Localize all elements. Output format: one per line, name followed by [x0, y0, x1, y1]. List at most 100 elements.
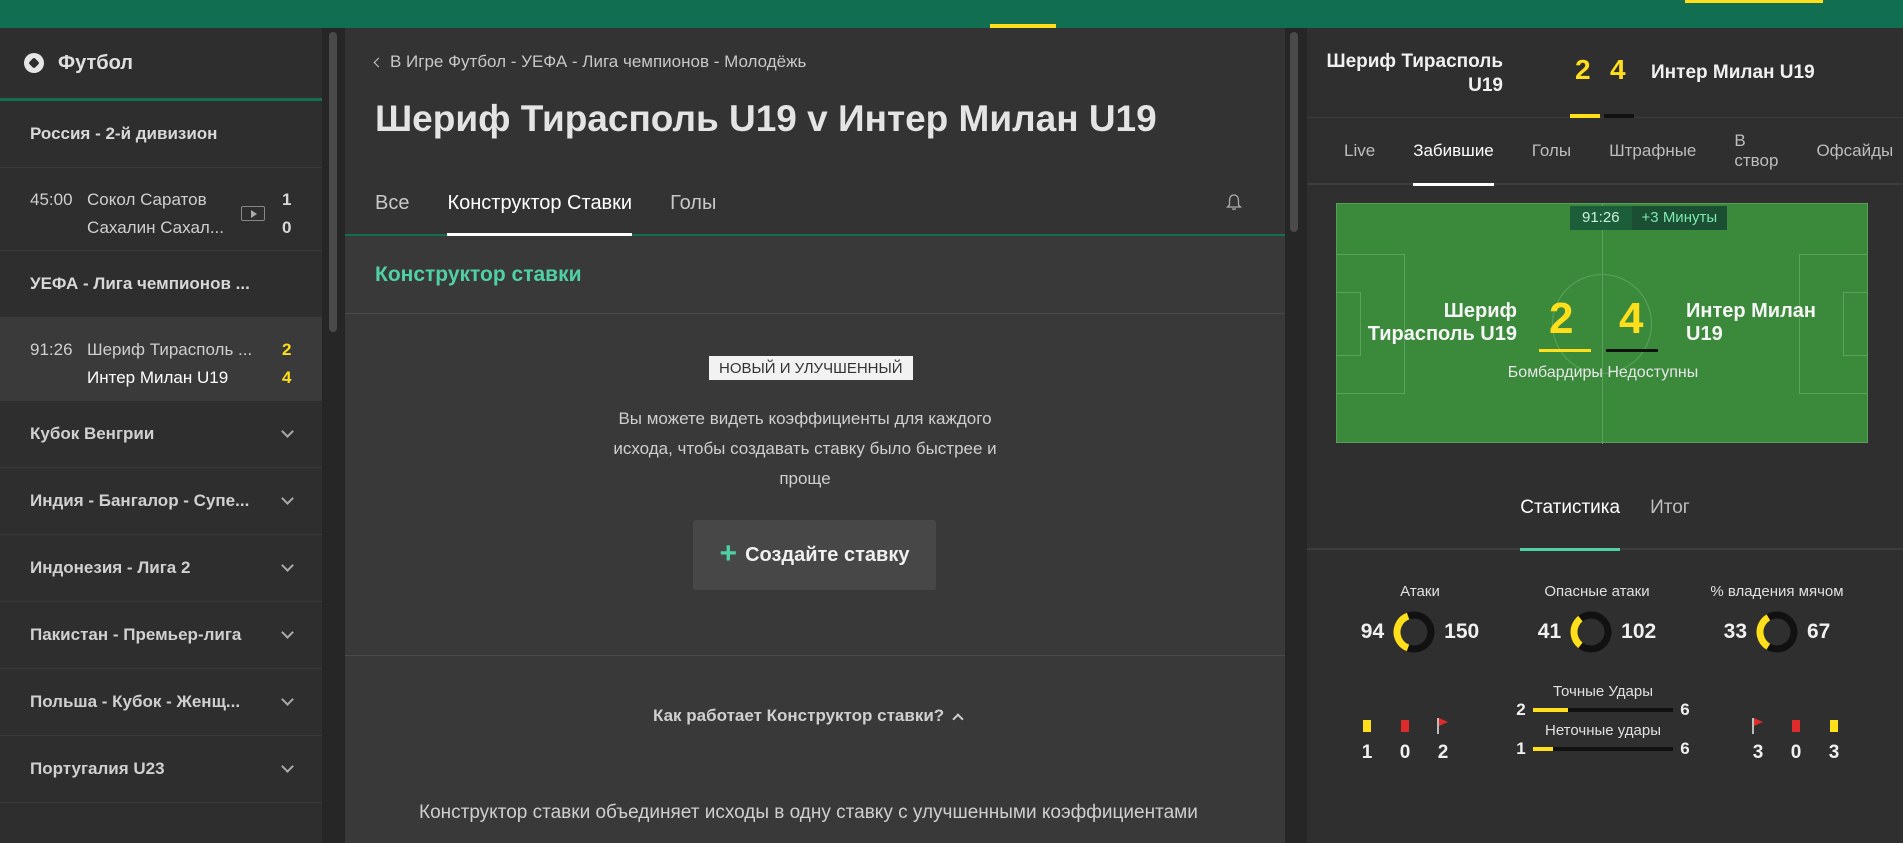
- shots-on-home: 2: [1516, 700, 1526, 719]
- stat-label: Опасные атаки: [1544, 583, 1650, 600]
- sidebar-league-hungary-cup[interactable]: Кубок Венгрии: [0, 401, 322, 468]
- sidebar-league-indonesia[interactable]: Индонезия - Лига 2: [0, 535, 322, 602]
- home-team-name: Шериф Тирасполь U19: [1326, 51, 1503, 96]
- shots-off-target-label: Неточные удары: [1544, 722, 1661, 739]
- attacks-donut-chart: [1393, 611, 1435, 653]
- tab-bet-builder[interactable]: Конструктор Ставки: [447, 190, 632, 236]
- event-content: В Игре Футбол - УЕФА - Лига чемпионов - …: [345, 28, 1285, 843]
- top-navigation-bar: [0, 0, 1903, 28]
- chevron-down-icon: [281, 626, 294, 639]
- home-cards: 1 0 2: [1348, 716, 1462, 764]
- sidebar-section-uefa[interactable]: УЕФА - Лига чемпионов ...: [0, 251, 322, 318]
- tab-scorers[interactable]: Забившие: [1413, 117, 1494, 186]
- football-icon: [24, 53, 44, 73]
- sidebar: Футбол Россия - 2-й дивизион 45:00 Сокол…: [0, 28, 322, 843]
- chevron-down-icon: [281, 492, 294, 505]
- pitch-away-team: Интер Милан U19: [1686, 300, 1817, 345]
- bet-builder-description: Вы можете видеть коэффициенты для каждог…: [613, 409, 997, 488]
- chevron-down-icon: [281, 559, 294, 572]
- red-card-icon: [1401, 720, 1409, 732]
- new-badge: НОВЫЙ И УЛУЧШЕННЫЙ: [709, 356, 913, 380]
- sidebar-match-sheriff[interactable]: 91:26 Шериф Тирасполь ... Интер Милан U1…: [0, 318, 322, 401]
- bell-icon[interactable]: [1225, 193, 1243, 211]
- how-it-works-toggle[interactable]: Как работает Конструктор ставки?: [653, 706, 964, 726]
- tab-on-target[interactable]: В створ: [1734, 117, 1778, 184]
- league-label: Индонезия - Лига 2: [30, 558, 191, 577]
- corner-flag-icon: [1752, 718, 1764, 734]
- away-team-name: Интер Милан U19: [1651, 62, 1815, 83]
- sidebar-league-india[interactable]: Индия - Бангалор - Супе...: [0, 468, 322, 535]
- tab-score-goals[interactable]: Голы: [1532, 117, 1571, 184]
- tab-all[interactable]: Все: [375, 190, 409, 236]
- pitch-home-team: Шериф Тирасполь U19: [1367, 300, 1517, 345]
- sidebar-league-portugal[interactable]: Португалия U23: [0, 736, 322, 803]
- corner-flag-icon: [1437, 718, 1449, 734]
- content-scrollbar[interactable]: [1290, 32, 1298, 232]
- create-bet-button[interactable]: + Создайте ставку: [693, 520, 936, 590]
- how-it-works-label: Как работает Конструктор ставки?: [653, 706, 945, 725]
- match-home-score: 1: [282, 190, 292, 209]
- added-time: +3 Минуты: [1631, 206, 1728, 230]
- yellow-card-icon: [1363, 720, 1371, 732]
- match-away-team: Интер Милан U19: [87, 368, 229, 387]
- stat-home-value: 94: [1360, 620, 1385, 643]
- home-yellow-count: 1: [1361, 742, 1373, 763]
- tab-statistics[interactable]: Статистика: [1520, 467, 1620, 551]
- summary-tabs: Статистика Итог: [1307, 467, 1903, 551]
- sidebar-league-poland[interactable]: Польша - Кубок - Женщ...: [0, 669, 322, 736]
- pitch-home-bar: [1539, 349, 1591, 352]
- match-time: 91:26: [30, 340, 73, 359]
- match-away-score: 0: [282, 218, 292, 237]
- tab-summary[interactable]: Итог: [1650, 467, 1690, 549]
- sidebar-header[interactable]: Футбол: [0, 28, 322, 101]
- sidebar-section-russia[interactable]: Россия - 2-й дивизион: [0, 101, 322, 168]
- chevron-down-icon: [281, 693, 294, 706]
- breadcrumb[interactable]: В Игре Футбол - УЕФА - Лига чемпионов - …: [373, 52, 806, 72]
- chevron-down-icon: [281, 425, 294, 438]
- away-yellow-count: 3: [1828, 742, 1840, 763]
- league-label: Польша - Кубок - Женщ...: [30, 692, 241, 711]
- away-red-count: 0: [1790, 742, 1802, 763]
- event-tabs: Все Конструктор Ставки Голы: [375, 190, 754, 236]
- shots-on-target-fill: [1533, 708, 1568, 712]
- sidebar-league-pakistan[interactable]: Пакистан - Премьер-лига: [0, 602, 322, 669]
- shots-comparison: Точные Удары 2 6 Неточные удары 1 6: [1513, 683, 1693, 759]
- stat-attacks: Атаки 94 150: [1335, 583, 1505, 654]
- away-score: 4: [1610, 54, 1626, 85]
- page-title: Шериф Тирасполь U19 v Интер Милан U19: [375, 98, 1157, 139]
- match-time: 45:00: [30, 190, 73, 209]
- pitch-home-score: 2: [1549, 294, 1574, 343]
- tab-offsides[interactable]: Офсайды: [1816, 117, 1893, 184]
- stat-label: Атаки: [1400, 583, 1440, 600]
- bet-builder-explanation: Конструктор ставки объединяет исходы в о…: [419, 802, 1198, 823]
- right-goal-box: [1843, 292, 1867, 356]
- possession-donut-chart: [1756, 611, 1798, 653]
- top-action-button[interactable]: [1685, 0, 1823, 3]
- home-score: 2: [1575, 54, 1591, 85]
- sidebar-scrollbar[interactable]: [329, 32, 337, 332]
- scoreboard-header: Шериф Тирасполь U19 2 4 Интер Милан U19: [1307, 28, 1903, 118]
- stat-away-value: 67: [1807, 620, 1831, 643]
- tab-live[interactable]: Live: [1344, 117, 1375, 184]
- live-scoreboard-panel: Шериф Тирасполь U19 2 4 Интер Милан U19 …: [1307, 28, 1903, 843]
- chevron-down-icon: [281, 760, 294, 773]
- plus-icon: +: [719, 536, 738, 570]
- scoreboard-tabs: Live Забившие Голы Штрафные В створ Офса…: [1307, 117, 1903, 186]
- shots-on-away: 6: [1680, 700, 1690, 719]
- sidebar-title: Футбол: [58, 51, 134, 74]
- back-chevron-icon: [373, 57, 384, 67]
- shots-on-target-bar: [1533, 708, 1673, 712]
- league-label: Португалия U23: [30, 759, 165, 778]
- bet-builder-heading: Конструктор ставки: [345, 236, 1285, 314]
- tab-goals[interactable]: Голы: [670, 190, 716, 236]
- video-icon[interactable]: [241, 206, 265, 221]
- match-home-team: Шериф Тирасполь ...: [87, 340, 253, 359]
- pitch-away-bar: [1606, 349, 1658, 352]
- match-away-score: 4: [282, 368, 292, 387]
- stat-possession: % владения мячом 33 67: [1692, 583, 1862, 654]
- pitch-visualization: 91:26 +3 Минуты Шериф Тирасполь U19 2 4 …: [1336, 203, 1868, 444]
- stat-away-value: 150: [1444, 620, 1480, 643]
- tab-free-kicks[interactable]: Штрафные: [1609, 117, 1696, 184]
- stat-dangerous-attacks: Опасные атаки 41 102: [1512, 583, 1682, 654]
- sidebar-match-sokol[interactable]: 45:00 Сокол Саратов Сахалин Сахал... 1 0: [0, 168, 322, 251]
